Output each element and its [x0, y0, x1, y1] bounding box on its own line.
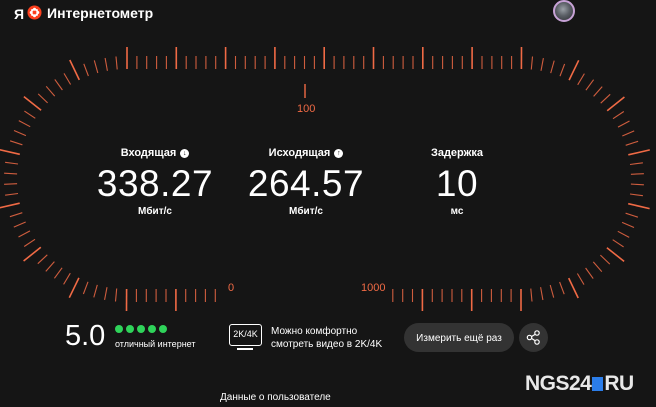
latency-value: 10 — [435, 163, 479, 204]
dial-tick — [9, 212, 23, 218]
dial-tick — [0, 202, 20, 209]
latency-label: Задержка — [430, 147, 484, 159]
share-icon — [526, 330, 540, 345]
dial-tick — [5, 192, 19, 196]
rating-dot — [159, 325, 167, 333]
dial-tick — [9, 140, 23, 146]
rating-dot — [148, 325, 156, 333]
dial-tick — [577, 73, 585, 86]
dial-tick — [82, 281, 89, 295]
dial-tick — [600, 93, 611, 104]
download-label: Входящая — [120, 147, 177, 159]
dial-tick — [93, 284, 98, 298]
dial-tick — [540, 57, 544, 71]
scale-mark-100: 100 — [297, 103, 316, 115]
dial-tick — [629, 193, 643, 197]
quality-badge-icon: 2K/4K — [229, 324, 262, 350]
dial-tick — [4, 183, 18, 185]
dial-tick — [628, 202, 650, 210]
dial-tick — [625, 212, 639, 218]
rating-dot — [115, 325, 123, 333]
dial-tick — [629, 162, 643, 166]
dial-tick — [23, 95, 42, 111]
quality-line-2: смотреть видео в 2K/4K — [271, 339, 383, 350]
dial-tick — [115, 56, 118, 70]
dial-tick — [550, 60, 555, 74]
dial-tick — [63, 73, 72, 85]
rating-dot — [137, 325, 145, 333]
dial-tick — [630, 183, 644, 186]
dial-tick — [18, 230, 31, 238]
dial-tick — [606, 247, 625, 263]
scale-mark-1000: 1000 — [361, 282, 386, 294]
dial-tick — [18, 120, 31, 128]
dial-tick — [559, 63, 566, 77]
dial-tick — [549, 284, 555, 298]
dial-tick — [628, 149, 650, 156]
dial-tick — [585, 267, 594, 279]
dial-tick — [540, 287, 544, 301]
dial-tick — [45, 85, 56, 97]
dial-tick — [606, 96, 625, 112]
dial-tick — [83, 63, 89, 77]
dial-tick — [592, 261, 603, 273]
dial-tick — [13, 221, 26, 228]
score-value: 5.0 — [65, 320, 106, 352]
dial-tick — [23, 246, 42, 262]
dial-tick — [23, 238, 36, 247]
dial-tick — [567, 277, 579, 299]
dial-tick — [13, 129, 27, 137]
dial-tick — [625, 140, 639, 146]
dial-tick — [617, 230, 630, 238]
dial-tick — [612, 239, 624, 248]
dial-tick — [45, 261, 55, 272]
watermark-square-icon — [592, 377, 604, 391]
upload-label: Исходящая — [268, 147, 331, 159]
dial-tick — [576, 273, 585, 285]
dial-tick — [530, 56, 534, 70]
latency-metric: Задержка 10 мс — [367, 143, 547, 217]
user-data-link[interactable]: Данные о пользователе — [220, 392, 331, 403]
dial-tick — [530, 288, 533, 302]
dial-tick — [37, 93, 48, 104]
latency-unit: мс — [450, 206, 464, 217]
dial-tick — [93, 60, 99, 74]
rating-dots — [115, 325, 167, 333]
upload-arrow-icon: ↑ — [334, 148, 344, 158]
ngs24-watermark: NGS24 RU — [525, 372, 634, 395]
dial-tick — [617, 120, 630, 128]
retest-button[interactable]: Измерить ещё раз — [404, 323, 514, 352]
dial-tick — [559, 281, 565, 295]
dial-tick — [622, 130, 635, 137]
dial-tick — [54, 79, 63, 91]
dial-tick — [585, 79, 595, 91]
dial-tick — [600, 254, 611, 265]
dial-tick — [37, 254, 48, 265]
dial-tick — [53, 267, 63, 279]
dial-tick — [4, 172, 18, 175]
dial-tick — [104, 57, 108, 71]
rating-dot — [126, 325, 134, 333]
download-arrow-icon: ↓ — [180, 148, 190, 158]
dial-tick — [621, 221, 635, 229]
quality-line-1: Можно комфортно — [271, 326, 358, 337]
dial-tick — [612, 111, 625, 120]
dial-tick — [593, 86, 603, 97]
dial-tick — [114, 288, 118, 302]
dial-tick — [5, 161, 19, 165]
dial-tick — [63, 272, 71, 285]
dial-tick — [630, 173, 644, 175]
dial-tick — [0, 148, 20, 156]
dial-tick — [568, 59, 580, 81]
rating-text: отличный интернет — [115, 339, 196, 349]
dial-tick — [69, 59, 81, 81]
dial-tick — [24, 110, 36, 119]
share-button[interactable] — [519, 323, 548, 352]
dial-tick — [104, 287, 108, 301]
dial-tick — [68, 277, 80, 299]
quality-description: Можно комфортно смотреть видео в 2K/4K — [271, 325, 391, 351]
scale-mark-0: 0 — [228, 282, 235, 294]
